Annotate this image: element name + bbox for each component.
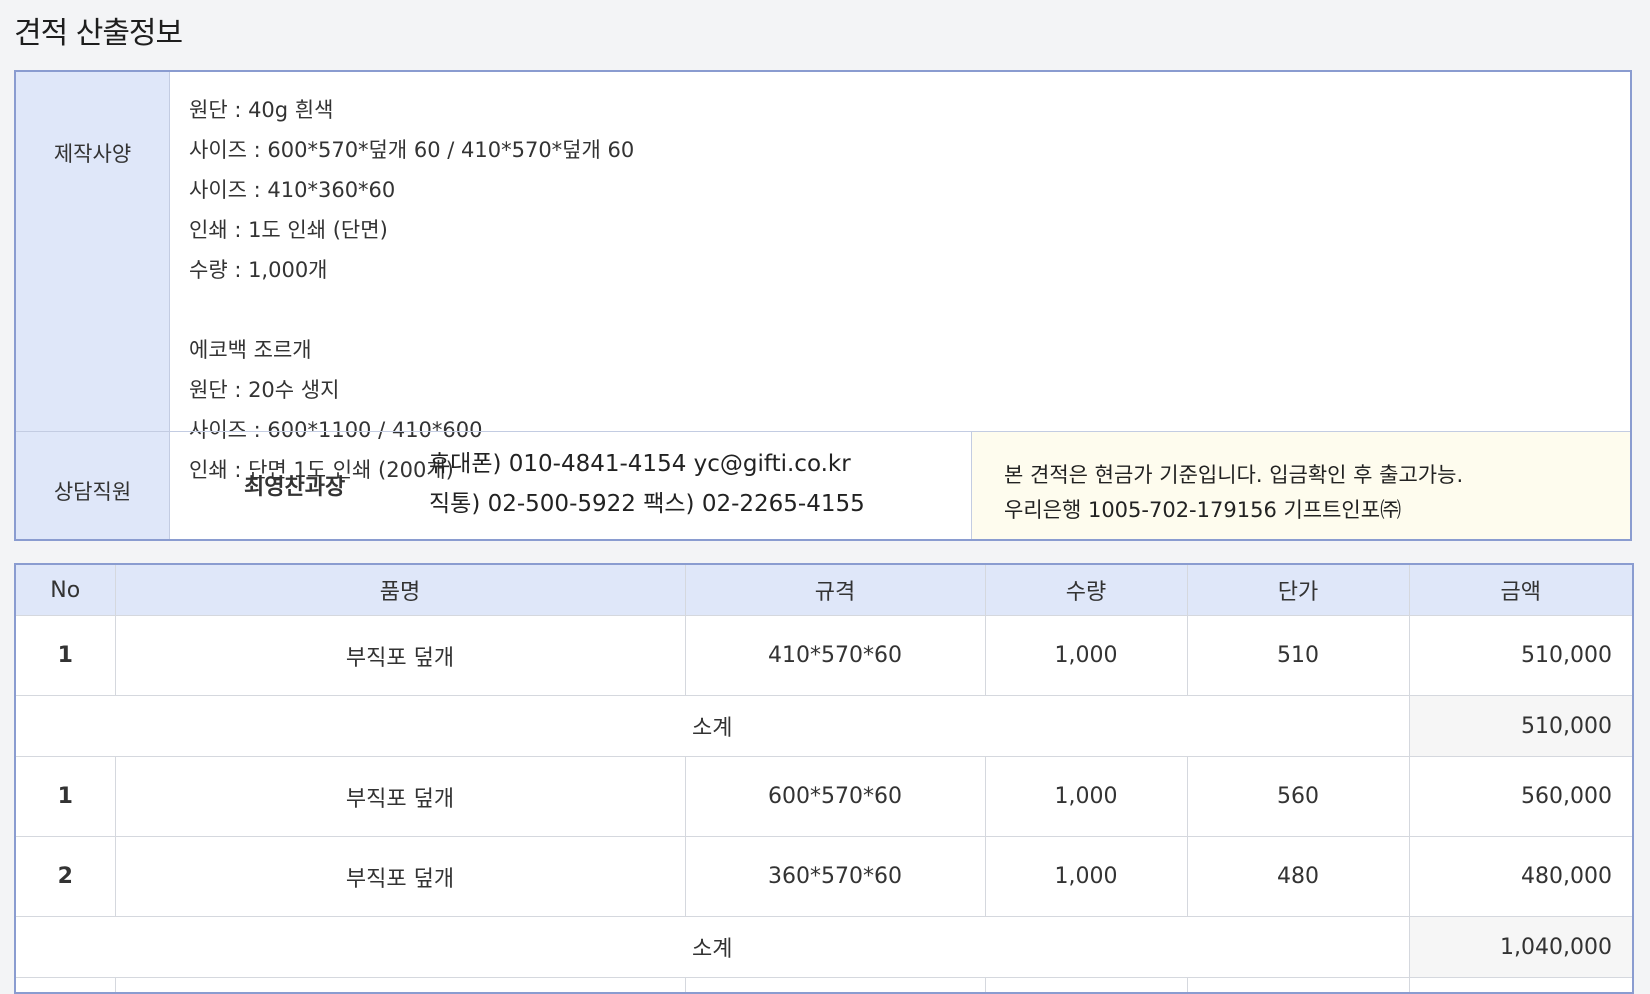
spec-line: 사이즈 : 600*570*덮개 60 / 410*570*덮개 60: [189, 138, 635, 162]
col-header-spec: 규격: [684, 563, 986, 616]
subtotal-amount: 1,040,000: [1408, 916, 1634, 978]
notice-line-2: 우리은행 1005-702-179156 기프트인포㈜: [1004, 498, 1402, 522]
cell-spec: 600*570*60: [684, 756, 986, 837]
cell-spec: 410*570*60: [684, 615, 986, 696]
staff-name: 최영찬과장: [244, 475, 346, 500]
mobile-email-line: 휴대폰) 010-4841-4154 yc@gifti.co.kr: [429, 451, 851, 477]
spec-line: 수량 : 1,000개: [189, 258, 328, 282]
notice-line-1: 본 견적은 현금가 기준입니다. 입금확인 후 출고가능.: [1004, 463, 1464, 487]
spec-line: 사이즈 : 410*360*60: [189, 178, 396, 202]
cell-amount: 560,000: [1408, 756, 1634, 837]
col-header-qty: 수량: [984, 563, 1188, 616]
payment-notice: 본 견적은 현금가 기준입니다. 입금확인 후 출고가능. 우리은행 1005-…: [1004, 458, 1463, 528]
table-row: 1 부직포 덮개 600*570*60 1,000 560 560,000: [14, 756, 1634, 837]
cell-empty: [114, 977, 686, 994]
table-row: 2 부직포 덮개 360*570*60 1,000 480 480,000: [14, 836, 1634, 917]
col-header-amount: 금액: [1408, 563, 1634, 616]
cell-no: 1: [14, 615, 116, 696]
spec-line: 에코백 조르개: [189, 338, 312, 362]
contact-info: 휴대폰) 010-4841-4154 yc@gifti.co.kr 직통) 02…: [429, 444, 865, 524]
staff-label: 상담직원: [53, 480, 132, 504]
spec-lines: 원단 : 40g 흰색 사이즈 : 600*570*덮개 60 / 410*57…: [189, 90, 634, 490]
spec-line: 원단 : 40g 흰색: [189, 98, 334, 122]
cell-qty: 1,000: [984, 756, 1188, 837]
col-header-unit-price: 단가: [1186, 563, 1410, 616]
subtotal-amount: 510,000: [1408, 695, 1634, 757]
subtotal-label: 소계: [14, 695, 1410, 757]
cell-amount: 480,000: [1408, 836, 1634, 917]
spec-line: 인쇄 : 1도 인쇄 (단면): [189, 218, 388, 242]
cell-name: 부직포 덮개: [114, 756, 686, 837]
cell-empty: [14, 977, 116, 994]
page-title: 견적 산출정보: [14, 16, 183, 51]
direct-fax-line: 직통) 02-500-5922 팩스) 02-2265-4155: [429, 491, 865, 517]
cell-qty: 1,000: [984, 836, 1188, 917]
cell-name: 부직포 덮개: [114, 615, 686, 696]
subtotal-row: 소계 510,000: [14, 695, 1634, 757]
cell-no: 1: [14, 756, 116, 837]
subtotal-label: 소계: [14, 916, 1410, 978]
cell-unit-price: 560: [1186, 756, 1410, 837]
cell-unit-price: 510: [1186, 615, 1410, 696]
payment-notice-panel: 본 견적은 현금가 기준입니다. 입금확인 후 출고가능. 우리은행 1005-…: [971, 432, 1630, 539]
col-header-no: No: [14, 563, 116, 616]
table-header-row: No 품명 규격 수량 단가 금액: [14, 563, 1634, 616]
cell-empty: [684, 977, 986, 994]
cell-qty: 1,000: [984, 615, 1188, 696]
cell-empty: [984, 977, 1188, 994]
table-row: 1 부직포 덮개 410*570*60 1,000 510 510,000: [14, 615, 1634, 696]
cell-amount: 510,000: [1408, 615, 1634, 696]
cell-unit-price: 480: [1186, 836, 1410, 917]
cell-empty: [1408, 977, 1634, 994]
cell-spec: 360*570*60: [684, 836, 986, 917]
spec-line: [189, 290, 634, 330]
cell-no: 2: [14, 836, 116, 917]
spec-label: 제작사양: [53, 142, 132, 166]
spec-line: 원단 : 20수 생지: [189, 378, 340, 402]
quote-items-table: No 품명 규격 수량 단가 금액 1 부직포 덮개 410*570*60 1,…: [14, 563, 1634, 994]
col-header-name: 품명: [114, 563, 686, 616]
quote-info-box: 제작사양 상담직원 원단 : 40g 흰색 사이즈 : 600*570*덮개 6…: [14, 70, 1632, 541]
cell-empty: [1186, 977, 1410, 994]
table-row-partial: [14, 977, 1634, 994]
subtotal-row: 소계 1,040,000: [14, 916, 1634, 978]
cell-name: 부직포 덮개: [114, 836, 686, 917]
